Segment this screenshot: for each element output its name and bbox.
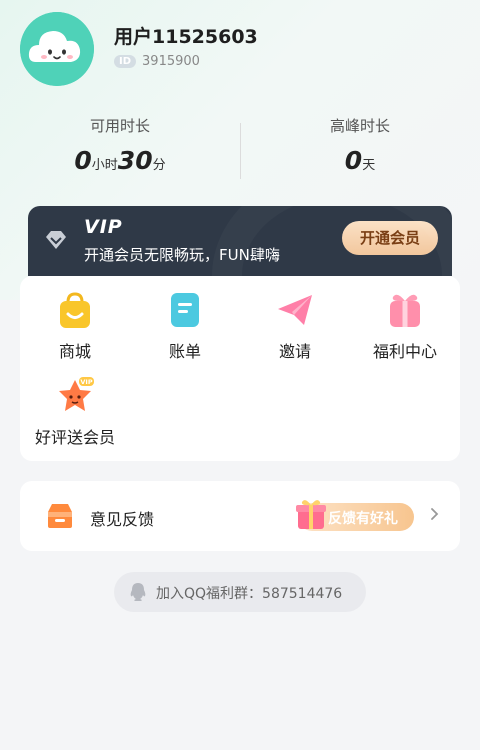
feedback-reward-badge: 反馈有好礼 — [296, 500, 414, 531]
peak-time-label: 高峰时长 — [329, 117, 390, 135]
qq-group-text: 加入QQ福利群：587514476 — [156, 586, 343, 602]
days-unit: 天 — [362, 158, 376, 173]
avatar[interactable] — [20, 12, 94, 86]
mailbox-icon — [48, 504, 72, 528]
shopping-bag-icon — [60, 292, 90, 328]
paper-plane-icon — [278, 295, 312, 325]
available-time-label: 可用时长 — [89, 117, 150, 135]
menu-item-review-vip[interactable]: VIP 好评送会员 — [20, 376, 130, 448]
cloud-mascot-icon — [20, 12, 94, 86]
available-minutes: 30 — [117, 146, 153, 175]
menu-grid: 商城 账单 邀请 福利中心 VIP 好评送会员 — [20, 276, 460, 461]
star-vip-icon: VIP — [59, 377, 94, 411]
available-time-stat: 可用时长 0小时30分 — [10, 115, 230, 175]
peak-time-stat: 高峰时长 0天 — [240, 115, 480, 175]
feedback-row[interactable]: 意见反馈 反馈有好礼 — [20, 481, 460, 551]
available-hours: 0 — [74, 146, 92, 175]
vip-title: VIP — [84, 216, 123, 238]
gift-box-icon — [390, 294, 420, 327]
feedback-label: 意见反馈 — [90, 510, 155, 529]
peak-days: 0 — [344, 146, 363, 175]
hours-unit: 小时 — [91, 158, 118, 173]
open-vip-button[interactable]: 开通会员 — [342, 221, 438, 255]
vip-description: 开通会员无限畅玩，FUN肆嗨 — [84, 246, 280, 264]
username: 用户11525603 — [114, 26, 258, 48]
user-id-row: ID 3915900 — [114, 54, 200, 69]
diamond-icon — [46, 231, 66, 249]
menu-item-label: 账单 — [168, 342, 201, 361]
menu-item-shop[interactable]: 商城 — [20, 290, 130, 362]
menu-item-label: 福利中心 — [372, 342, 437, 361]
qq-icon — [130, 583, 146, 601]
gift-icon — [296, 500, 326, 529]
chevron-right-icon — [431, 508, 439, 520]
menu-item-label: 邀请 — [278, 342, 311, 361]
menu-item-invite[interactable]: 邀请 — [240, 290, 350, 362]
bill-icon — [171, 293, 199, 327]
menu-item-label: 好评送会员 — [34, 428, 115, 447]
peak-time-value: 0天 — [240, 146, 480, 175]
vip-banner[interactable]: VIP 开通会员无限畅玩，FUN肆嗨 开通会员 — [28, 206, 452, 276]
time-stats: 可用时长 0小时30分 高峰时长 0天 — [0, 115, 480, 185]
svg-text:VIP: VIP — [80, 378, 92, 386]
qq-group-button[interactable]: 加入QQ福利群：587514476 — [114, 572, 366, 612]
id-badge: ID — [114, 55, 137, 68]
feedback-badge-text: 反馈有好礼 — [328, 511, 398, 527]
menu-item-label: 商城 — [58, 342, 91, 361]
available-time-value: 0小时30分 — [10, 146, 230, 175]
profile-section: 用户11525603 ID 3915900 — [20, 10, 460, 90]
menu-item-bill[interactable]: 账单 — [130, 290, 240, 362]
minutes-unit: 分 — [152, 158, 166, 173]
menu-item-welfare[interactable]: 福利中心 — [350, 290, 460, 362]
user-id-value: 3915900 — [142, 54, 200, 69]
